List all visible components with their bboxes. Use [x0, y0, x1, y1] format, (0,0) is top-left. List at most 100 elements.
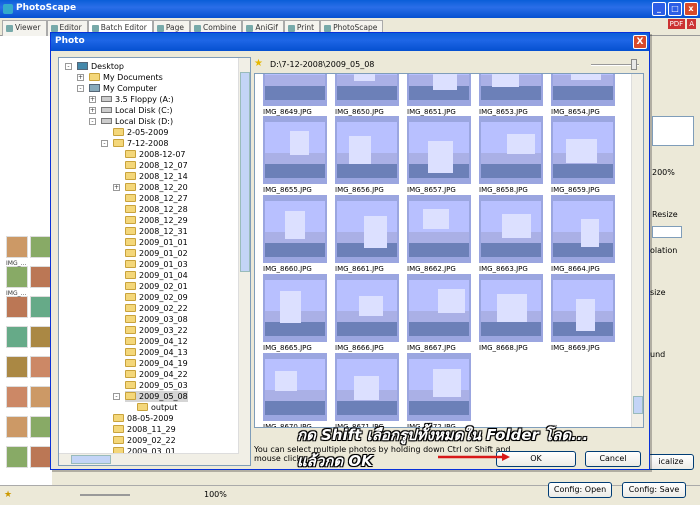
tree-hscroll-thumb[interactable] — [71, 455, 111, 464]
tree-node[interactable]: 2009_02_09 — [125, 292, 188, 303]
tree-node[interactable]: 2009_04_13 — [125, 347, 188, 358]
tree-node[interactable]: 2008_12_29 — [125, 215, 188, 226]
zoom-slider[interactable] — [80, 494, 130, 496]
photo-thumbnail[interactable] — [551, 274, 615, 342]
config-open-button[interactable]: Config: Open — [548, 482, 612, 498]
tree-node[interactable]: 2009_02_01 — [125, 281, 188, 292]
photo-thumbnail[interactable] — [335, 195, 399, 263]
grid-vertical-scrollbar[interactable] — [631, 74, 643, 427]
tree-node[interactable]: 08-05-2009 — [113, 413, 174, 424]
photo-thumbnail[interactable] — [551, 195, 615, 263]
tree-horizontal-scrollbar[interactable] — [59, 453, 239, 465]
finalize-button[interactable]: icalize — [648, 454, 694, 470]
photo-thumbnail[interactable] — [335, 116, 399, 184]
photo-thumbnail[interactable] — [263, 116, 327, 184]
collapse-icon[interactable]: - — [77, 85, 84, 92]
tree-node[interactable]: + My Documents — [77, 72, 163, 83]
tree-node[interactable]: - 2009_05_08 — [113, 391, 188, 402]
expand-icon[interactable]: + — [77, 74, 84, 81]
tree-node[interactable]: - Local Disk (D:) — [89, 116, 173, 127]
collapse-icon[interactable]: - — [65, 63, 72, 70]
photo-thumbnail[interactable] — [407, 195, 471, 263]
tab-viewer[interactable]: Viewer — [2, 20, 47, 36]
tree-vertical-scrollbar[interactable] — [238, 58, 250, 465]
photo-thumbnail[interactable] — [407, 116, 471, 184]
left-thumbnail[interactable] — [30, 296, 52, 318]
photo-thumbnail[interactable] — [335, 353, 399, 421]
close-window-button[interactable]: x — [684, 2, 698, 16]
photo-thumbnail[interactable] — [407, 274, 471, 342]
tree-node[interactable]: +3.5 Floppy (A:) — [89, 94, 174, 105]
resize-field[interactable] — [652, 226, 682, 238]
tree-node[interactable]: 2009_02_22 — [125, 303, 188, 314]
photo-thumbnail[interactable] — [407, 74, 471, 106]
pdf-icon[interactable]: PDF — [667, 19, 686, 29]
left-thumbnail[interactable] — [6, 326, 28, 348]
tree-node[interactable]: 2009_01_03 — [125, 259, 188, 270]
tree-node[interactable]: +2008_12_20 — [113, 182, 188, 193]
tree-node[interactable]: + Local Disk (C:) — [89, 105, 173, 116]
collapse-icon[interactable]: - — [113, 393, 120, 400]
photo-thumbnail[interactable] — [263, 353, 327, 421]
left-thumbnail[interactable] — [30, 446, 52, 468]
tree-node[interactable]: 2008_12_07 — [125, 160, 188, 171]
config-save-button[interactable]: Config: Save — [622, 482, 686, 498]
tree-node[interactable]: 2009_02_22 — [113, 435, 176, 446]
tree-node[interactable]: 2-05-2009 — [113, 127, 168, 138]
cancel-button[interactable]: Cancel — [585, 451, 641, 467]
tree-node[interactable]: 2008_12_14 — [125, 171, 188, 182]
tree-node[interactable]: - Desktop — [65, 61, 124, 72]
tree-node[interactable]: 2009_01_01 — [125, 237, 188, 248]
photo-thumbnail[interactable] — [263, 274, 327, 342]
tree-node[interactable]: 2009_03_22 — [125, 325, 188, 336]
tree-node[interactable]: - My Computer — [77, 83, 157, 94]
language-icon[interactable]: A — [687, 19, 696, 29]
left-thumbnail[interactable] — [30, 266, 52, 288]
left-thumbnail[interactable] — [6, 236, 28, 258]
left-thumbnail[interactable] — [30, 326, 52, 348]
photo-thumbnail[interactable] — [335, 74, 399, 106]
expand-icon[interactable]: + — [113, 184, 120, 191]
left-thumbnail[interactable] — [6, 416, 28, 438]
tree-node[interactable]: 2008_12_27 — [125, 193, 188, 204]
left-thumbnail[interactable] — [6, 446, 28, 468]
photo-thumbnail[interactable] — [551, 116, 615, 184]
left-thumbnail[interactable] — [30, 356, 52, 378]
photo-thumbnail[interactable] — [335, 274, 399, 342]
tree-node[interactable]: 2009_01_02 — [125, 248, 188, 259]
tree-node[interactable]: 2008-12-07 — [125, 149, 186, 160]
tree-node[interactable]: 2009_04_19 — [125, 358, 188, 369]
collapse-icon[interactable]: - — [101, 140, 108, 147]
collapse-icon[interactable]: - — [89, 118, 96, 125]
tree-node[interactable]: 2008_12_28 — [125, 204, 188, 215]
dialog-close-button[interactable]: X — [633, 35, 647, 49]
tree-node[interactable]: 2009_05_03 — [125, 380, 188, 391]
tree-node[interactable]: 2009_04_22 — [125, 369, 188, 380]
expand-icon[interactable]: + — [89, 96, 96, 103]
left-thumbnail[interactable] — [30, 386, 52, 408]
maximize-button[interactable]: □ — [668, 2, 682, 16]
minimize-button[interactable]: _ — [652, 2, 666, 16]
tree-node[interactable]: 2009_03_08 — [125, 314, 188, 325]
tree-node[interactable]: 2008_12_31 — [125, 226, 188, 237]
tree-scroll-thumb[interactable] — [240, 72, 250, 272]
tree-node[interactable]: - 7-12-2008 — [101, 138, 168, 149]
tree-node[interactable]: 2008_11_29 — [113, 424, 176, 435]
photo-thumbnail[interactable] — [479, 274, 543, 342]
left-thumbnail[interactable] — [6, 386, 28, 408]
photo-thumbnail[interactable] — [479, 74, 543, 106]
thumbnail-size-knob[interactable] — [631, 59, 637, 70]
left-thumbnail[interactable] — [6, 266, 28, 288]
photo-thumbnail[interactable] — [407, 353, 471, 421]
photo-thumbnail[interactable] — [263, 74, 327, 106]
left-thumbnail[interactable] — [30, 416, 52, 438]
photo-thumbnail[interactable] — [479, 116, 543, 184]
left-thumbnail[interactable] — [30, 236, 52, 258]
tree-node[interactable]: 2009_01_04 — [125, 270, 188, 281]
star-icon[interactable]: ★ — [4, 490, 12, 500]
left-thumbnail[interactable] — [6, 356, 28, 378]
photo-thumbnail[interactable] — [551, 74, 615, 106]
photo-thumbnail[interactable] — [263, 195, 327, 263]
left-thumbnail[interactable] — [6, 296, 28, 318]
tree-node[interactable]: 2009_04_12 — [125, 336, 188, 347]
